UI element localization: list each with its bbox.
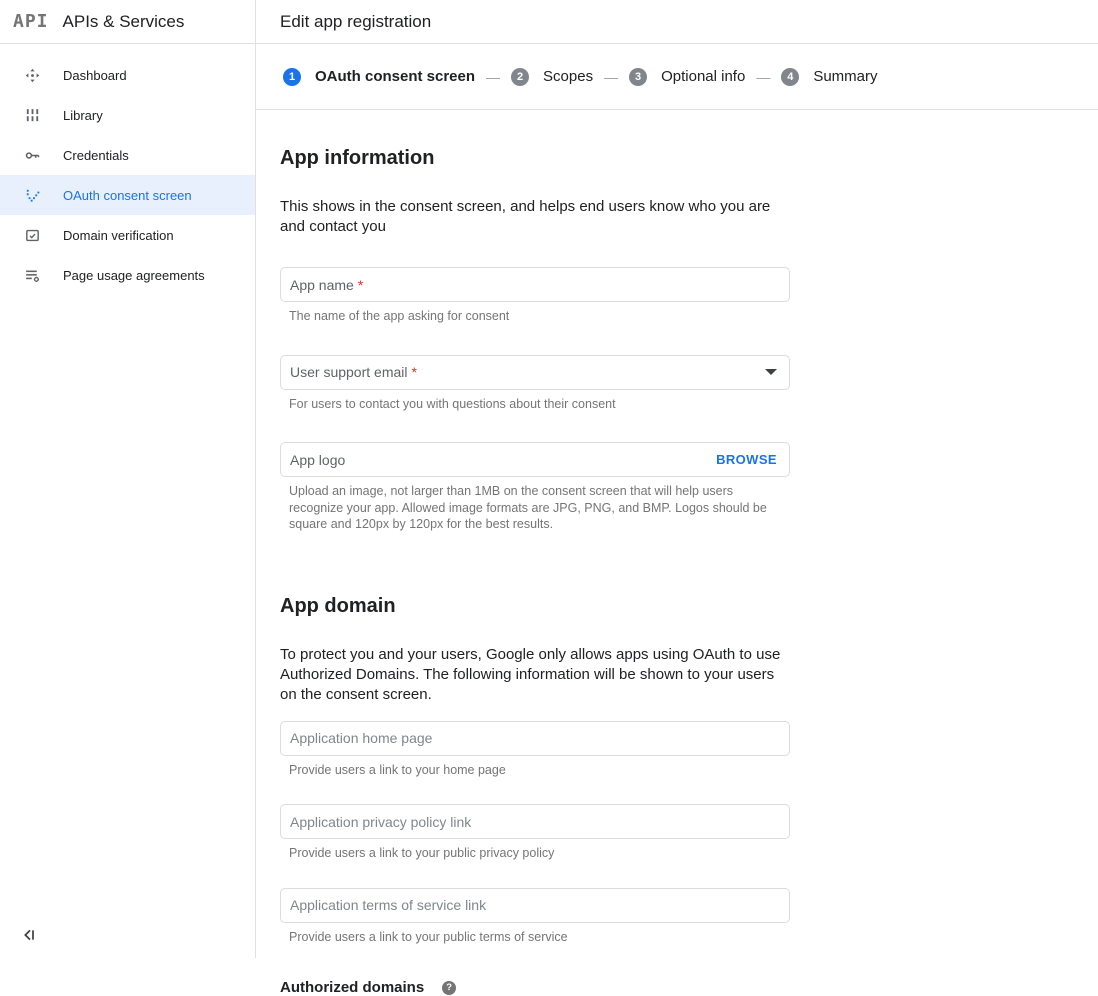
- step-label: Summary: [813, 68, 877, 85]
- form-content: App information This shows in the consen…: [256, 110, 1098, 996]
- sidebar-item-label: Domain verification: [63, 228, 174, 243]
- app-information-heading: App information: [280, 147, 1098, 170]
- app-name-helper: The name of the app asking for consent: [289, 308, 777, 325]
- app-logo-label: App logo: [290, 452, 345, 468]
- step-number-badge: 2: [511, 68, 529, 86]
- app-domain-description: To protect you and your users, Google on…: [280, 645, 792, 705]
- domain-verification-icon: [24, 227, 41, 244]
- terms-of-service-helper: Provide users a link to your public term…: [289, 929, 777, 946]
- app-name-field[interactable]: App name *: [280, 267, 790, 302]
- page-title: Edit app registration: [280, 12, 431, 32]
- page-usage-agreements-icon: [24, 267, 41, 284]
- product-title: APIs & Services: [63, 12, 185, 32]
- application-terms-of-service-input[interactable]: [280, 888, 790, 923]
- step-summary[interactable]: 4 Summary: [781, 68, 877, 86]
- sidebar-item-library[interactable]: Library: [0, 95, 255, 135]
- home-page-helper: Provide users a link to your home page: [289, 762, 777, 779]
- authorized-domains-row: Authorized domains ?: [280, 979, 1098, 996]
- step-separator: —: [486, 69, 500, 85]
- dropdown-caret-icon[interactable]: [765, 369, 777, 375]
- user-support-email-label: User support email: [290, 364, 408, 380]
- help-icon[interactable]: ?: [442, 981, 456, 995]
- required-marker: *: [412, 364, 417, 380]
- sidebar-item-domain-verification[interactable]: Domain verification: [0, 215, 255, 255]
- stepper: 1 OAuth consent screen — 2 Scopes — 3 Op…: [256, 44, 1098, 110]
- sidebar-item-label: Credentials: [63, 148, 129, 163]
- app-logo-helper: Upload an image, not larger than 1MB on …: [289, 483, 777, 533]
- step-optional-info[interactable]: 3 Optional info: [629, 68, 745, 86]
- main-panel: Edit app registration 1 OAuth consent sc…: [256, 0, 1098, 958]
- app-information-description: This shows in the consent screen, and he…: [280, 197, 780, 237]
- app-logo-field[interactable]: App logo BROWSE: [280, 442, 790, 477]
- sidebar-header: API APIs & Services: [0, 0, 255, 44]
- step-scopes[interactable]: 2 Scopes: [511, 68, 593, 86]
- app-name-label: App name: [290, 277, 354, 293]
- sidebar-item-credentials[interactable]: Credentials: [0, 135, 255, 175]
- authorized-domains-heading: Authorized domains: [280, 979, 424, 996]
- sidebar-item-label: Dashboard: [63, 68, 127, 83]
- user-support-email-select[interactable]: User support email *: [280, 355, 790, 390]
- sidebar-item-label: Page usage agreements: [63, 268, 205, 283]
- step-separator: —: [604, 69, 618, 85]
- step-separator: —: [756, 69, 770, 85]
- required-marker: *: [358, 277, 363, 293]
- application-privacy-policy-input[interactable]: [280, 804, 790, 839]
- step-label: Scopes: [543, 68, 593, 85]
- key-icon: [24, 147, 41, 164]
- sidebar-item-label: OAuth consent screen: [63, 188, 192, 203]
- user-support-email-helper: For users to contact you with questions …: [289, 396, 777, 413]
- dashboard-icon: [24, 67, 41, 84]
- api-logo: API: [13, 11, 49, 32]
- step-number-badge: 1: [283, 68, 301, 86]
- sidebar-item-label: Library: [63, 108, 103, 123]
- sidebar-item-oauth-consent-screen[interactable]: OAuth consent screen: [0, 175, 255, 215]
- sidebar-item-dashboard[interactable]: Dashboard: [0, 55, 255, 95]
- page-header: Edit app registration: [256, 0, 1098, 44]
- library-icon: [24, 107, 41, 124]
- privacy-policy-helper: Provide users a link to your public priv…: [289, 845, 777, 862]
- sidebar-nav: Dashboard Library Credentials: [0, 44, 255, 295]
- step-label: Optional info: [661, 68, 745, 85]
- step-label: OAuth consent screen: [315, 68, 475, 85]
- collapse-panel-icon[interactable]: [22, 927, 38, 943]
- app-domain-heading: App domain: [280, 595, 1098, 618]
- step-number-badge: 3: [629, 68, 647, 86]
- sidebar-item-page-usage-agreements[interactable]: Page usage agreements: [0, 255, 255, 295]
- application-home-page-input[interactable]: [280, 721, 790, 756]
- step-oauth-consent-screen[interactable]: 1 OAuth consent screen: [283, 68, 475, 86]
- browse-button[interactable]: BROWSE: [716, 452, 777, 467]
- sidebar: API APIs & Services Dashboard Library: [0, 0, 256, 958]
- oauth-consent-icon: [24, 187, 41, 204]
- step-number-badge: 4: [781, 68, 799, 86]
